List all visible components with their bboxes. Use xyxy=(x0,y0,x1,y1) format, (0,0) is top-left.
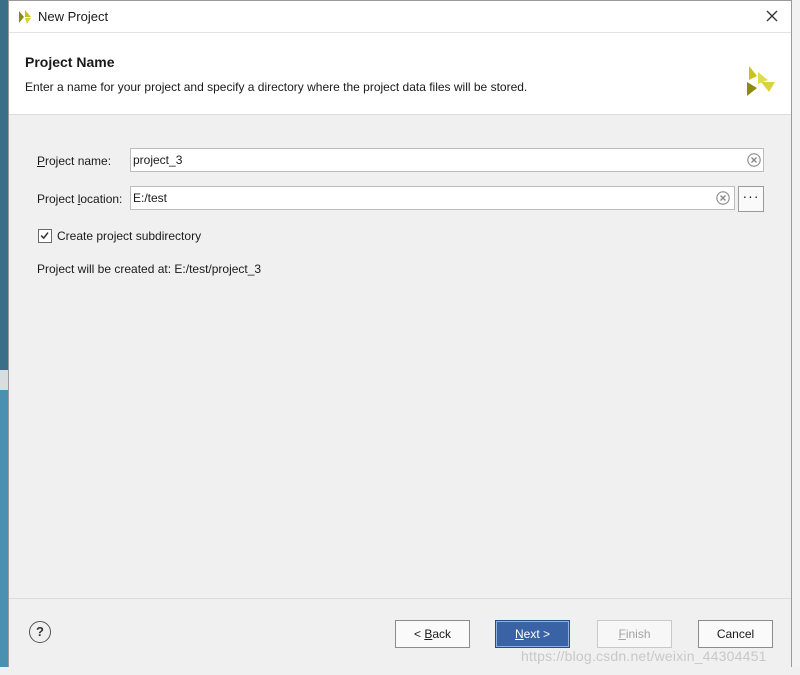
page-title: Project Name xyxy=(25,54,115,70)
page-header: Project Name Enter a name for your proje… xyxy=(9,32,791,115)
title-bar: New Project xyxy=(9,1,791,32)
xilinx-logo-icon xyxy=(19,10,31,24)
button-text: < xyxy=(413,627,425,641)
label-text: roject name: xyxy=(45,154,112,168)
background-band xyxy=(0,370,8,390)
close-icon[interactable] xyxy=(763,7,781,25)
new-project-dialog: New Project Project Name Enter a name fo… xyxy=(8,0,792,667)
browse-button[interactable]: ··· xyxy=(738,186,764,212)
background-app-left xyxy=(0,0,8,675)
clear-icon[interactable] xyxy=(747,153,761,167)
label-text: ocation: xyxy=(80,192,123,206)
back-button[interactable]: < Back xyxy=(395,620,470,648)
accelerator-letter: F xyxy=(618,627,626,641)
accelerator-letter: N xyxy=(514,627,524,641)
cancel-button[interactable]: Cancel xyxy=(698,620,773,648)
xilinx-logo-icon xyxy=(747,66,775,96)
project-location-input[interactable] xyxy=(133,187,703,209)
project-location-label: Project location: xyxy=(37,192,122,206)
project-created-at-text: Project will be created at: E:/test/proj… xyxy=(37,262,262,276)
next-button[interactable]: Next > xyxy=(495,620,570,648)
button-text: ext > xyxy=(523,627,551,641)
project-name-input[interactable] xyxy=(133,149,733,171)
project-location-field xyxy=(130,186,735,210)
label-text: Project xyxy=(37,192,78,206)
button-text: inish xyxy=(625,627,651,641)
create-subdirectory-checkbox[interactable] xyxy=(38,229,52,243)
window-title: New Project xyxy=(38,9,109,24)
checkmark-icon xyxy=(40,232,49,240)
watermark-text: https://blog.csdn.net/weixin_44304451 xyxy=(521,648,767,664)
accelerator-letter: P xyxy=(37,154,46,168)
clear-icon[interactable] xyxy=(716,191,730,205)
background-app-bottom xyxy=(0,667,800,675)
project-name-field xyxy=(130,148,764,172)
page-description: Enter a name for your project and specif… xyxy=(25,80,528,94)
create-subdirectory-label[interactable]: Create project subdirectory xyxy=(57,229,201,243)
background-band xyxy=(0,390,8,675)
project-name-label: Project name: xyxy=(37,154,111,168)
button-text: ack xyxy=(432,627,452,641)
finish-button: Finish xyxy=(597,620,672,648)
help-button[interactable]: ? xyxy=(29,621,51,643)
content-panel: Project name: Project location: ··· xyxy=(9,114,791,599)
background-app-right xyxy=(792,0,800,675)
